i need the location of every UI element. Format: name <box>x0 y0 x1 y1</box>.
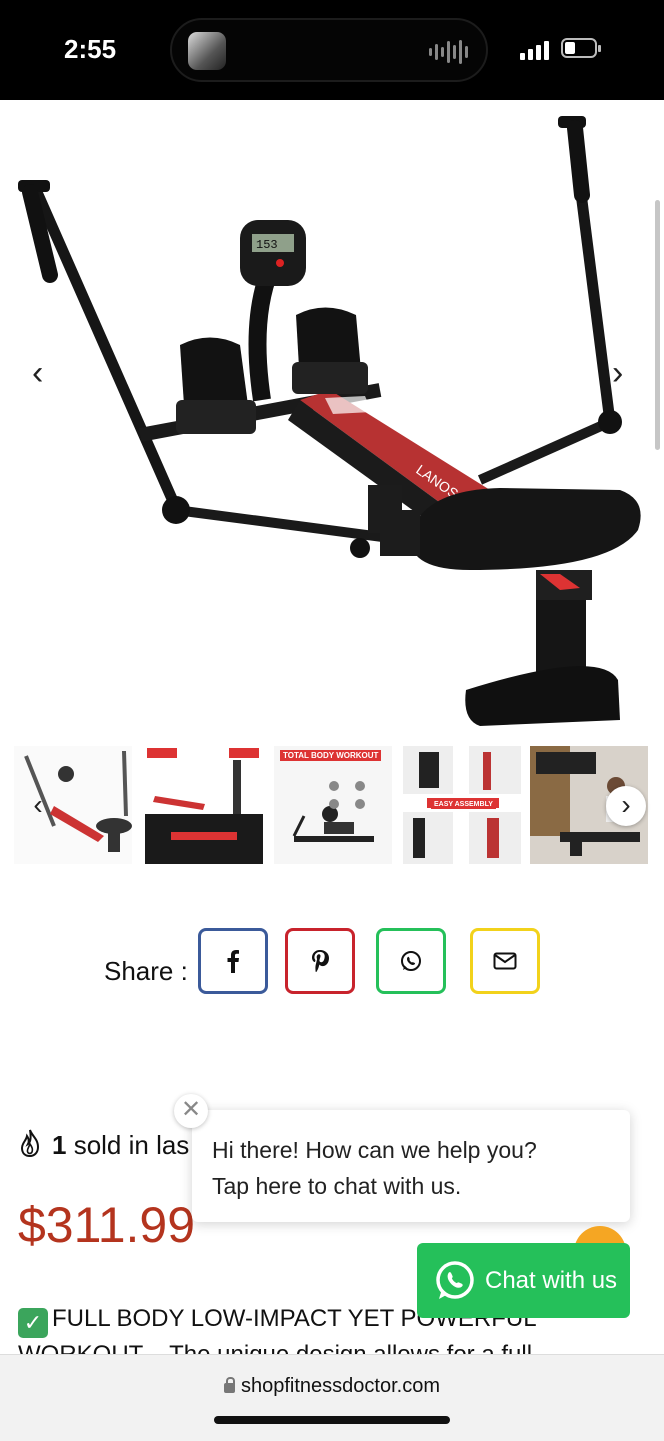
facebook-icon <box>227 950 239 973</box>
share-email-button[interactable] <box>470 928 540 994</box>
thumbnail-3[interactable]: TOTAL BODY WORKOUT <box>274 746 392 864</box>
whatsapp-chat-label: Chat with us <box>485 1266 618 1294</box>
cellular-signal-icon <box>520 38 549 60</box>
sold-count: 1 <box>52 1130 67 1160</box>
thumbnail-4[interactable]: EASY ASSEMBLY <box>403 746 521 864</box>
share-facebook-button[interactable] <box>198 928 268 994</box>
url-domain: shopfitnessdoctor.com <box>241 1375 440 1397</box>
whatsapp-chat-button[interactable]: Chat with us <box>417 1243 630 1318</box>
thumbnail-caption: EASY ASSEMBLY <box>431 800 496 809</box>
whatsapp-icon <box>436 1260 474 1299</box>
next-image-button[interactable]: › <box>612 356 623 390</box>
thumbnails-next-button[interactable]: › <box>606 786 646 826</box>
browser-url-bar[interactable]: shopfitnessdoctor.com <box>0 1354 664 1441</box>
email-icon <box>493 952 517 970</box>
product-price: $311.99 <box>18 1197 196 1253</box>
share-label: Share : <box>104 956 188 986</box>
svg-text:153: 153 <box>256 238 278 252</box>
pinterest-icon <box>312 950 329 972</box>
status-bar: 2:55 <box>0 0 664 100</box>
checkmark-icon: ✓ <box>18 1308 48 1338</box>
rowing-machine-illustration: LANOS 153 <box>18 116 641 726</box>
sold-count-line: 1 sold in las <box>18 1128 189 1165</box>
audio-waveform-icon <box>429 40 468 64</box>
url-display[interactable]: shopfitnessdoctor.com <box>0 1375 664 1398</box>
chat-popup-close-button[interactable]: ✕ <box>174 1094 208 1128</box>
dynamic-island[interactable] <box>170 18 488 82</box>
thumbnail-2[interactable] <box>145 746 263 864</box>
chat-popup-line2: Tap here to chat with us. <box>212 1173 462 1199</box>
sold-text: sold in las <box>66 1130 190 1160</box>
chevron-left-icon: ‹ <box>32 354 44 392</box>
share-whatsapp-button[interactable] <box>376 928 446 994</box>
thumbnail-strip: TOTAL BODY WORKOUT EASY ASSEMBLY ‹ › <box>14 746 654 866</box>
page-scrollbar[interactable] <box>655 200 660 450</box>
thumbnail-image <box>292 781 374 842</box>
battery-icon <box>561 38 601 58</box>
now-playing-artwork <box>188 32 226 70</box>
close-icon: ✕ <box>180 1096 202 1123</box>
prev-image-button[interactable]: ‹ <box>32 356 43 390</box>
flame-icon <box>18 1128 42 1165</box>
thumbnails-prev-button[interactable]: ‹ <box>18 786 58 826</box>
whatsapp-icon <box>401 951 421 971</box>
home-indicator[interactable] <box>214 1416 450 1424</box>
chat-popup-line1: Hi there! How can we help you? <box>212 1137 537 1163</box>
chevron-right-icon: › <box>621 789 631 820</box>
thumbnail-caption: TOTAL BODY WORKOUT <box>280 750 382 761</box>
lock-icon <box>224 1377 235 1393</box>
chevron-left-icon: ‹ <box>33 789 43 820</box>
chevron-right-icon: › <box>612 354 624 392</box>
thumbnail-image <box>145 748 263 864</box>
status-time: 2:55 <box>64 34 117 64</box>
share-pinterest-button[interactable] <box>285 928 355 994</box>
product-main-image[interactable]: LANOS 153 ‹ › <box>0 100 664 740</box>
chat-popup[interactable]: Hi there! How can we help you? Tap here t… <box>192 1110 630 1222</box>
